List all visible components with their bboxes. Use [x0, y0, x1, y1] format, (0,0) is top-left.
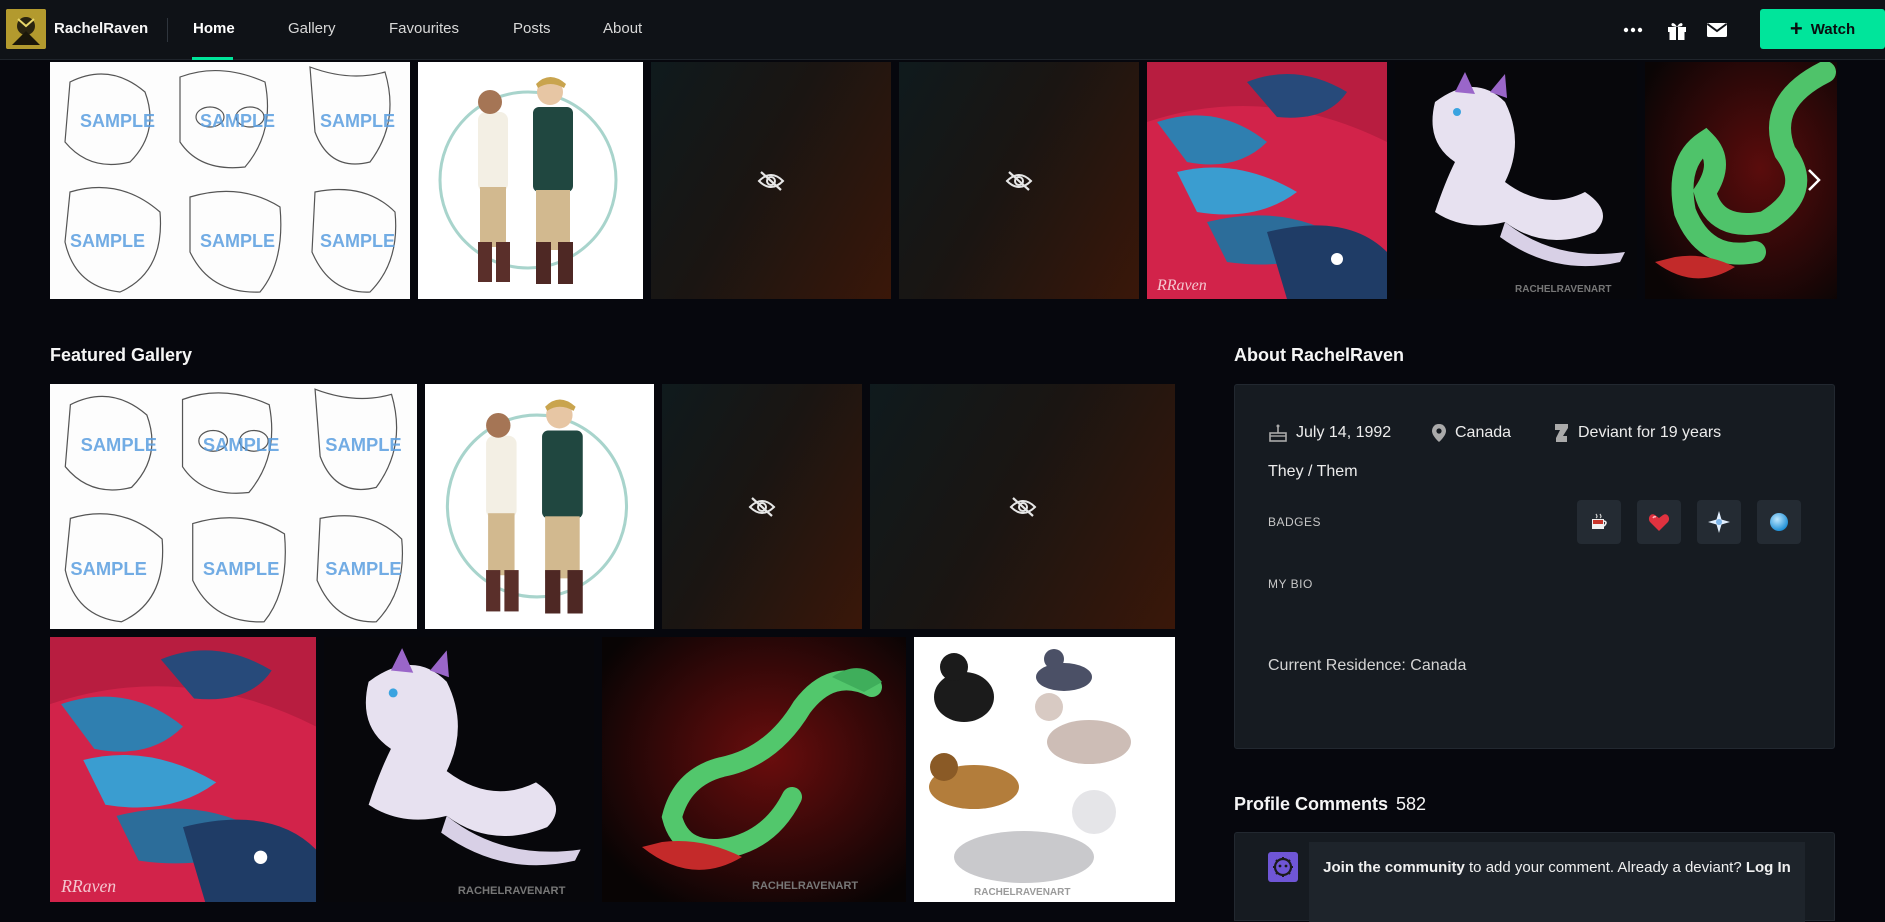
- featured-thumbnail-hidden[interactable]: [870, 384, 1175, 629]
- join-community-message: Join the community to add your comment. …: [1309, 842, 1805, 922]
- birthday-text: July 14, 1992: [1296, 424, 1392, 441]
- member-since-info: Deviant for 19 years: [1552, 423, 1721, 443]
- chevron-right-icon: [1808, 169, 1821, 191]
- comments-title-text: Profile Comments: [1234, 794, 1389, 814]
- sample-watermark: SAMPLE: [203, 434, 279, 455]
- gallery-thumbnail-white-lizard[interactable]: RACHELRAVENART: [1395, 62, 1637, 299]
- artist-watermark: RACHELRAVENART: [458, 885, 566, 897]
- sample-watermark: SAMPLE: [200, 231, 275, 251]
- carousel-next-button[interactable]: [1800, 164, 1828, 196]
- artist-watermark: RACHELRAVENART: [1515, 284, 1611, 295]
- watch-label: Watch: [1810, 20, 1856, 38]
- active-tab-indicator: [192, 57, 233, 60]
- sample-watermark: SAMPLE: [325, 434, 401, 455]
- star-badge-icon[interactable]: [1697, 500, 1741, 544]
- location-text: Canada: [1455, 424, 1512, 441]
- pronouns-text: They / Them: [1268, 463, 1358, 480]
- sample-watermark: SAMPLE: [70, 231, 145, 251]
- tab-gallery[interactable]: Gallery: [288, 20, 336, 60]
- tab-about[interactable]: About: [603, 20, 642, 60]
- tab-posts[interactable]: Posts: [513, 20, 551, 60]
- about-card: July 14, 1992 Canada Deviant for 19 year…: [1234, 384, 1835, 749]
- plus-icon: +: [1789, 16, 1803, 41]
- tab-home[interactable]: Home: [193, 20, 235, 60]
- sample-watermark: SAMPLE: [320, 111, 395, 131]
- sample-watermark: SAMPLE: [203, 558, 279, 579]
- sample-watermark: SAMPLE: [80, 111, 155, 131]
- profile-comments-title: Profile Comments 582: [1234, 794, 1426, 815]
- gallery-thumbnail-hidden[interactable]: [651, 62, 891, 299]
- birthday-info: July 14, 1992: [1268, 423, 1391, 443]
- location-pin-icon: [1432, 424, 1446, 442]
- featured-thumbnail-white-lizard[interactable]: RACHELRAVENART: [324, 637, 594, 902]
- signature-watermark: RRaven: [60, 876, 116, 896]
- featured-gallery-title: Featured Gallery: [50, 345, 193, 365]
- comment-prompt-box: Join the community to add your comment. …: [1234, 832, 1835, 922]
- signature-watermark: RRaven: [1156, 277, 1207, 294]
- comment-count: 582: [1396, 794, 1427, 814]
- sample-watermark: SAMPLE: [70, 558, 146, 579]
- orb-badge-icon[interactable]: [1757, 500, 1801, 544]
- top-navigation-bar: RachelRaven Home Gallery Favourites Post…: [0, 0, 1885, 60]
- bio-text: Current Residence: Canada: [1268, 657, 1467, 674]
- mail-icon[interactable]: [1705, 18, 1729, 42]
- watch-button[interactable]: + Watch: [1760, 9, 1885, 49]
- username-link[interactable]: RachelRaven: [54, 20, 148, 37]
- join-community-link[interactable]: Join the community: [1323, 859, 1465, 876]
- badges-label: BADGES: [1268, 515, 1322, 529]
- featured-thumbnail-wolves[interactable]: RRaven: [50, 637, 316, 902]
- featured-thumbnail-hidden[interactable]: [662, 384, 862, 629]
- sample-watermark: SAMPLE: [320, 231, 395, 251]
- tab-favourites[interactable]: Favourites: [389, 20, 459, 60]
- bio-label: MY BIO: [1268, 577, 1313, 591]
- coffee-badge-icon[interactable]: [1577, 500, 1621, 544]
- nav-divider: [167, 18, 168, 42]
- featured-thumbnail-couple[interactable]: [425, 384, 654, 629]
- hidden-eye-icon: [748, 496, 776, 517]
- about-section-title: About RachelRaven: [1234, 345, 1405, 365]
- gallery-thumbnail-wolves[interactable]: RRaven: [1147, 62, 1387, 299]
- sample-watermark: SAMPLE: [325, 558, 401, 579]
- gallery-thumbnail-sketches[interactable]: SAMPLE SAMPLE SAMPLE SAMPLE SAMPLE SAMPL…: [50, 62, 410, 299]
- artist-watermark: RACHELRAVENART: [974, 887, 1070, 898]
- gift-icon[interactable]: [1665, 18, 1689, 42]
- hidden-eye-icon: [757, 170, 785, 191]
- deviantart-logo-icon: [1555, 424, 1568, 442]
- featured-thumbnail-cats[interactable]: RACHELRAVENART: [914, 637, 1175, 902]
- gallery-thumbnail-hidden[interactable]: [899, 62, 1139, 299]
- sample-watermark: SAMPLE: [200, 111, 275, 131]
- hidden-eye-icon: [1005, 170, 1033, 191]
- join-community-text: to add your comment. Already a deviant?: [1464, 859, 1746, 876]
- artist-watermark: RACHELRAVENART: [752, 880, 858, 892]
- guest-avatar-icon: [1268, 852, 1298, 882]
- gallery-thumbnail-couple[interactable]: [418, 62, 643, 299]
- featured-thumbnail-green-dragon[interactable]: RACHELRAVENART: [602, 637, 906, 902]
- member-duration-text: Deviant for 19 years: [1578, 424, 1722, 441]
- location-info: Canada: [1431, 423, 1511, 443]
- featured-thumbnail-sketches[interactable]: SAMPLE SAMPLE SAMPLE SAMPLE SAMPLE SAMPL…: [50, 384, 417, 629]
- heart-badge-icon[interactable]: [1637, 500, 1681, 544]
- sample-watermark: SAMPLE: [81, 434, 157, 455]
- more-icon[interactable]: [1621, 18, 1645, 42]
- cake-icon: [1269, 424, 1287, 442]
- login-link[interactable]: Log In: [1746, 859, 1791, 876]
- hidden-eye-icon: [1009, 496, 1036, 517]
- user-avatar[interactable]: [6, 9, 46, 49]
